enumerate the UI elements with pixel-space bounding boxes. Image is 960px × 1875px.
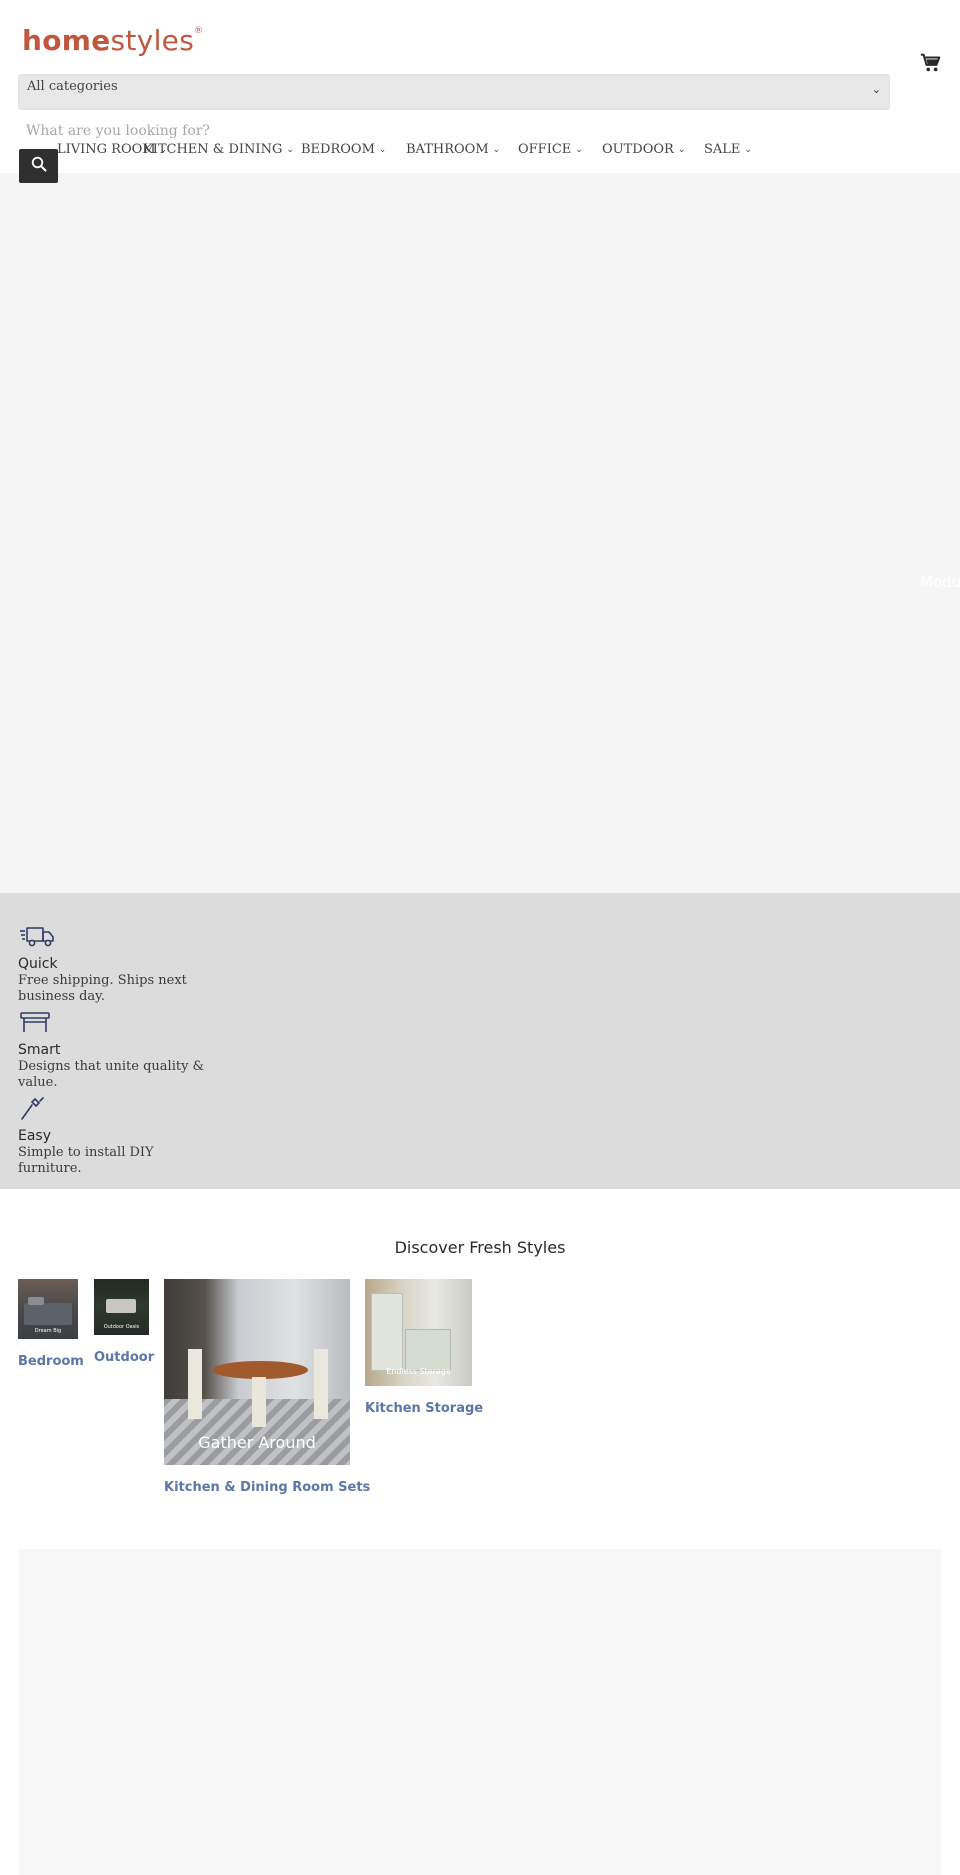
nav-item-label: LIVING ROOM: [57, 142, 156, 157]
search-button[interactable]: [19, 149, 58, 183]
brand-logo[interactable]: homestyles®: [22, 24, 203, 57]
nav-item-kitchen-dining[interactable]: KITCHEN & DINING ⌄: [143, 142, 294, 157]
nav-item-label: BEDROOM: [301, 142, 375, 157]
tile-image-kitchen-storage[interactable]: Endless Storage: [365, 1279, 472, 1386]
feature-text: Simple to install DIY furniture.: [18, 1145, 154, 1176]
feature-title: Easy: [18, 1128, 52, 1144]
tile-caption: Dream Big: [34, 1328, 62, 1334]
tile-caption: Endless Storage: [386, 1367, 451, 1376]
hero-banner[interactable]: [0, 173, 960, 893]
nav-item-label: OUTDOOR: [602, 142, 674, 157]
cart-icon[interactable]: [920, 52, 942, 74]
feature-title: Smart: [18, 1042, 61, 1058]
feature-text: Free shipping. Ships next business day.: [18, 973, 187, 1004]
content-panel: [19, 1549, 941, 1875]
chevron-down-icon: ⌄: [575, 145, 583, 155]
nav-item-label: OFFICE: [518, 142, 572, 157]
feature-text: Designs that unite quality & value.: [18, 1059, 205, 1090]
nav-item-bathroom[interactable]: BATHROOM ⌄: [406, 142, 500, 157]
category-select-value: All categories: [27, 79, 118, 94]
truck-icon: [19, 924, 55, 950]
nav-item-office[interactable]: OFFICE ⌄: [518, 142, 583, 157]
hero-slide-text: Modu: [920, 573, 960, 591]
tile-label-outdoor[interactable]: Outdoor: [94, 1350, 154, 1365]
chevron-down-icon: ⌄: [286, 145, 294, 155]
tile-label-kitchen-storage[interactable]: Kitchen Storage: [365, 1401, 483, 1416]
search-input[interactable]: [18, 120, 718, 142]
tile-caption: Outdoor Oasis: [103, 1324, 140, 1330]
nav-item-bedroom[interactable]: BEDROOM ⌄: [301, 142, 386, 157]
tile-label-bedroom[interactable]: Bedroom: [18, 1354, 84, 1369]
search-icon: [31, 156, 47, 176]
logo-text-bold: home: [22, 24, 111, 57]
nav-item-sale[interactable]: SALE ⌄: [704, 142, 752, 157]
feature-title: Quick: [18, 956, 58, 972]
chevron-down-icon: ⌄: [871, 83, 881, 96]
nav-item-label: KITCHEN & DINING: [143, 142, 283, 157]
chevron-down-icon: ⌄: [492, 145, 501, 155]
chevron-down-icon: ⌄: [677, 145, 686, 155]
nav-item-outdoor[interactable]: OUTDOOR ⌄: [602, 142, 685, 157]
tile-label-kitchen-dining-sets[interactable]: Kitchen & Dining Room Sets: [164, 1480, 370, 1495]
section-title: Discover Fresh Styles: [394, 1238, 566, 1257]
nav-item-label: BATHROOM: [406, 142, 489, 157]
chevron-down-icon: ⌄: [744, 145, 752, 155]
tile-image-bedroom[interactable]: Dream Big: [18, 1279, 78, 1339]
category-select[interactable]: All categories ⌄: [18, 74, 890, 110]
main-nav: LIVING ROOM ⌄ KITCHEN & DINING ⌄ BEDROOM ⌄ …: [0, 142, 960, 160]
tile-image-outdoor[interactable]: Outdoor Oasis: [94, 1279, 149, 1335]
screwdriver-icon: [19, 1096, 55, 1122]
logo-registered-mark: ®: [194, 26, 204, 36]
features-band: Quick Free shipping. Ships next business…: [0, 893, 960, 1189]
chevron-down-icon: ⌄: [378, 145, 387, 155]
logo-text-light: styles: [110, 24, 195, 57]
tile-caption: Gather Around: [198, 1433, 316, 1452]
nav-item-label: SALE: [704, 142, 741, 157]
table-icon: [19, 1010, 55, 1036]
tile-image-kitchen-dining-sets[interactable]: Gather Around: [164, 1279, 350, 1465]
